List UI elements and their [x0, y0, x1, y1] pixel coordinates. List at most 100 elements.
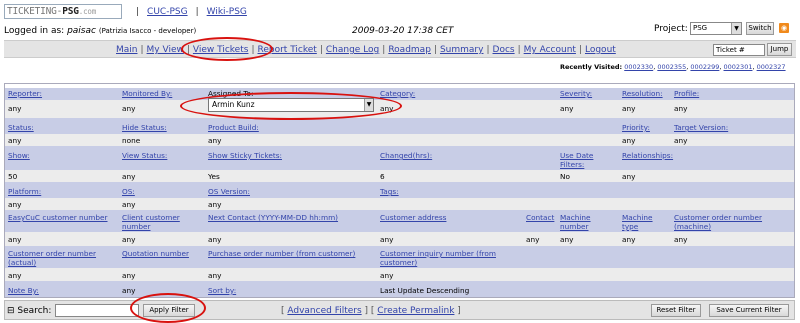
- save-filter-button[interactable]: Save Current Filter: [709, 304, 789, 317]
- cuc-psg-link[interactable]: CUC-PSG: [147, 7, 188, 17]
- apply-filter-button[interactable]: Apply Filter: [143, 304, 195, 317]
- filter-changed-link[interactable]: Changed(hrs):: [377, 150, 557, 170]
- create-permalink-link[interactable]: Create Permalink: [377, 306, 454, 316]
- reset-filter-button[interactable]: Reset Filter: [651, 304, 701, 317]
- filter-header-row: Platform: OS: OS Version: Tags:: [5, 186, 794, 198]
- filter-value: any: [122, 286, 136, 295]
- filter-product-build-link[interactable]: Product Build:: [205, 122, 557, 134]
- filter-customer-order-machine-link[interactable]: Customer order number (machine): [671, 212, 794, 232]
- filter-tags-link[interactable]: Tags:: [377, 186, 794, 198]
- filter-value: 6: [380, 172, 385, 181]
- search-input[interactable]: [55, 304, 139, 317]
- search-bar: ⊟ Search: Apply Filter [ Advanced Filter…: [4, 300, 795, 320]
- filter-value-row: any any any: [5, 198, 794, 210]
- filter-show-link[interactable]: Show:: [5, 150, 119, 170]
- nav-change-log[interactable]: Change Log: [326, 45, 379, 55]
- rss-icon[interactable]: ◉: [779, 23, 789, 33]
- filter-header-row: Status: Hide Status: Product Build: Prio…: [5, 122, 794, 134]
- filter-sticky-link[interactable]: Show Sticky Tickets:: [205, 150, 377, 170]
- filter-status-link[interactable]: Status:: [5, 122, 119, 134]
- assigned-to-select[interactable]: Armin Kunz ▼: [208, 98, 374, 112]
- filter-header-row: Customer order number (actual) Quotation…: [5, 248, 794, 268]
- filter-severity-link[interactable]: Severity:: [557, 88, 619, 100]
- filter-value: any: [560, 235, 574, 244]
- recent-ticket-link[interactable]: 0002327: [757, 63, 786, 71]
- filter-value: any: [122, 271, 136, 280]
- filter-easycuc-link[interactable]: EasyCuC customer number: [5, 212, 119, 232]
- wiki-psg-link[interactable]: Wiki-PSG: [207, 7, 247, 17]
- filter-customer-inquiry-link[interactable]: Customer inquiry number (from customer): [377, 248, 523, 268]
- username: paisac: [67, 26, 96, 36]
- filter-value: any: [674, 136, 688, 145]
- filter-profile-link[interactable]: Profile:: [671, 88, 794, 100]
- filter-value: any: [560, 104, 574, 113]
- logged-in-info: Logged in as: paisac (Patrizia Isacco - …: [4, 26, 197, 36]
- filter-value: any: [8, 104, 22, 113]
- filter-contact-link[interactable]: Contact: [523, 212, 557, 232]
- filter-reporter-link[interactable]: Reporter:: [5, 88, 119, 100]
- filter-monitored-link[interactable]: Monitored By:: [119, 88, 205, 100]
- filter-value: No: [560, 172, 570, 181]
- chevron-down-icon: ▼: [364, 99, 373, 111]
- filter-hide-status-link[interactable]: Hide Status:: [119, 122, 205, 134]
- site-logo[interactable]: TICKETING-PSG.com: [4, 4, 122, 19]
- recent-ticket-link[interactable]: 0002330: [624, 63, 653, 71]
- nav-main[interactable]: Main: [116, 45, 138, 55]
- project-select[interactable]: PSG ▼: [690, 22, 742, 35]
- user-detail: (Patrizia Isacco - developer): [98, 27, 197, 35]
- filter-value: any: [380, 235, 394, 244]
- nav-links: Main | My View | View Tickets | Report Ticket |…: [116, 45, 616, 55]
- filter-sort-by-link[interactable]: Sort by:: [205, 283, 377, 297]
- filter-customer-address-link[interactable]: Customer address: [377, 212, 523, 232]
- filter-target-version-link[interactable]: Target Version:: [671, 122, 794, 134]
- filter-next-contact-link[interactable]: Next Contact (YYYY-MM-DD hh:mm): [205, 212, 377, 232]
- filter-category-link[interactable]: Category:: [377, 88, 557, 100]
- nav-my-account[interactable]: My Account: [524, 45, 576, 55]
- filter-value: any: [8, 235, 22, 244]
- recent-ticket-link[interactable]: 0002299: [690, 63, 719, 71]
- filter-relationships-link[interactable]: Relationships:: [619, 150, 794, 170]
- switch-button[interactable]: Switch: [746, 22, 774, 35]
- filter-value: any: [122, 235, 136, 244]
- jump-button[interactable]: Jump: [767, 43, 792, 56]
- filter-machine-type-link[interactable]: Machine type: [619, 212, 671, 232]
- nav-report-ticket[interactable]: Report Ticket: [258, 45, 317, 55]
- filter-os-version-link[interactable]: OS Version:: [205, 186, 377, 198]
- filter-client-customer-link[interactable]: Client customer number: [119, 212, 205, 232]
- filter-value: any: [122, 172, 136, 181]
- filter-quotation-link[interactable]: Quotation number: [119, 248, 205, 268]
- filter-value: any: [622, 235, 636, 244]
- filter-platform-link[interactable]: Platform:: [5, 186, 119, 198]
- filter-note-by-link[interactable]: Note By:: [5, 283, 119, 297]
- filter-value: any: [208, 271, 222, 280]
- filter-value-row: 50 any Yes 6 No any: [5, 170, 794, 182]
- filter-value-row: any any any any any any any any: [5, 232, 794, 246]
- recent-ticket-link[interactable]: 0002355: [657, 63, 686, 71]
- advanced-filters-link[interactable]: Advanced Filters: [287, 306, 361, 316]
- filter-header-row: Show: View Status: Show Sticky Tickets: …: [5, 150, 794, 170]
- main-nav: Main | My View | View Tickets | Report Ticket |…: [4, 40, 796, 58]
- filter-value: any: [380, 271, 394, 280]
- filter-machine-number-link[interactable]: Machine number: [557, 212, 619, 232]
- recent-ticket-link[interactable]: 0002301: [724, 63, 753, 71]
- filter-priority-link[interactable]: Priority:: [619, 122, 671, 134]
- filter-customer-order-actual-link[interactable]: Customer order number (actual): [5, 248, 119, 268]
- nav-summary[interactable]: Summary: [440, 45, 484, 55]
- nav-docs[interactable]: Docs: [493, 45, 515, 55]
- nav-logout[interactable]: Logout: [585, 45, 616, 55]
- filter-purchase-order-link[interactable]: Purchase order number (from customer): [205, 248, 377, 268]
- filter-value: none: [122, 136, 141, 145]
- nav-view-tickets[interactable]: View Tickets: [193, 45, 249, 55]
- nav-roadmap[interactable]: Roadmap: [388, 45, 431, 55]
- filter-view-status-link[interactable]: View Status:: [119, 150, 205, 170]
- ticket-number-input[interactable]: Ticket #: [713, 44, 765, 56]
- filter-table: Reporter: Monitored By: Assigned To: Cat…: [4, 83, 795, 298]
- filter-date-link[interactable]: Use Date Filters:: [557, 150, 619, 170]
- filter-value: any: [622, 104, 636, 113]
- filter-os-link[interactable]: OS:: [119, 186, 205, 198]
- filter-value: Yes: [208, 172, 220, 181]
- filter-value: any: [122, 104, 136, 113]
- filter-value: any: [8, 271, 22, 280]
- filter-resolution-link[interactable]: Resolution:: [619, 88, 671, 100]
- nav-my-view[interactable]: My View: [147, 45, 184, 55]
